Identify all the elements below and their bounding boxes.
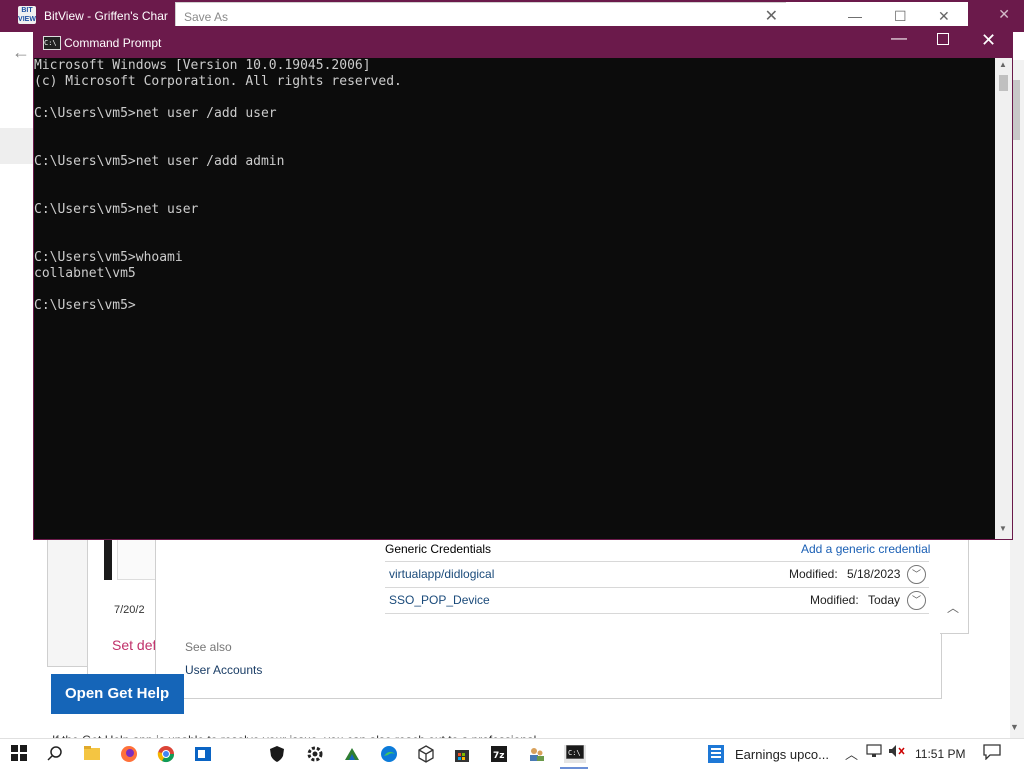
terminal-line: C:\Users\vm5>net user /add user [34,106,277,121]
command-prompt-icon: C:\ [43,36,61,50]
minimize-icon[interactable]: — [891,30,907,48]
maximize-icon[interactable] [937,33,949,45]
bitview-side-panel [0,128,36,164]
cube-icon[interactable] [417,745,435,763]
search-icon[interactable] [46,745,64,763]
terminal-prompt-line[interactable]: C:\Users\vm5> [34,298,995,314]
chrome-icon[interactable] [157,745,175,763]
bitview-scrollbar-thumb[interactable] [1013,80,1020,140]
firefox-icon[interactable] [120,745,138,763]
command-prompt-icon[interactable]: C:\ [564,744,586,763]
users-icon[interactable] [527,745,545,763]
command-prompt-window[interactable]: C:\ Command Prompt — ✕ Microsoft Windows… [33,26,1013,540]
terminal-line: Microsoft Windows [Version 10.0.19045.20… [34,58,371,73]
close-icon[interactable]: ✕ [981,30,996,51]
credential-row-modified-label: Modified: [810,593,859,607]
back-arrow-icon[interactable]: ← [12,42,30,63]
date-partial: 7/20/2 [114,604,145,616]
network-icon[interactable] [866,744,882,761]
game-icon[interactable] [343,745,361,763]
volume-muted-icon[interactable] [888,744,906,761]
credential-row-modified-value: Today [868,593,901,607]
7zip-icon[interactable]: 7z [490,745,508,763]
taskbar: 7z C:\ Earnings upco... ︿ 11:51 PM [0,738,1024,769]
terminal-line: collabnet\vm5 [34,266,136,281]
close-icon[interactable]: ✕ [938,8,950,25]
bitview-scroll-down-icon[interactable]: ▼ [1010,722,1019,732]
scroll-up-icon[interactable]: ▲ [999,60,1007,69]
svg-text:7z: 7z [493,751,505,761]
terminal-output[interactable]: Microsoft Windows [Version 10.0.19045.20… [34,58,995,539]
thumbnail-image [117,538,159,580]
bitview-logo-icon: BIT VIEW [18,6,36,24]
outlook-icon[interactable] [194,745,212,763]
terminal-line: (c) Microsoft Corporation. All rights re… [34,74,402,89]
user-accounts-link[interactable]: User Accounts [185,663,262,677]
show-hidden-icons-icon[interactable]: ︿ [845,744,858,763]
terminal-scrollbar[interactable]: ▲ ▼ [995,58,1012,539]
svg-text:C:\: C:\ [568,749,581,757]
terminal-line: C:\Users\vm5>net user [34,202,199,217]
store-icon[interactable] [453,745,471,763]
divider [385,561,929,562]
set-default-link[interactable]: Set def [112,637,158,653]
divider [385,613,929,614]
chevron-up-icon[interactable]: ︿ [947,599,959,616]
thumbnail-dark-bar [104,538,112,580]
settings-gear-icon[interactable] [306,745,324,763]
file-explorer-icon[interactable] [83,745,101,763]
credential-row-modified-value: 5/18/2023 [847,567,901,581]
terminal-line: C:\Users\vm5>net user /add admin [34,154,285,169]
command-prompt-titlebar[interactable]: C:\ Command Prompt — ✕ [34,27,1012,58]
credential-row-name[interactable]: virtualapp/didlogical [389,567,494,581]
expand-chevron-icon[interactable]: ﹀ [907,591,926,610]
credential-row-name[interactable]: SSO_POP_Device [389,593,490,607]
news-weather-icon[interactable] [706,744,726,764]
scrollbar-thumb[interactable] [999,75,1008,91]
generic-credentials-header: Generic Credentials [385,542,492,556]
terminal-line: C:\Users\vm5>whoami [34,250,183,265]
divider [385,587,929,588]
minimize-icon[interactable]: — [848,8,862,24]
save-as-title: Save As [184,10,229,24]
scroll-down-icon[interactable]: ▼ [999,524,1007,533]
expand-chevron-icon[interactable]: ﹀ [907,565,926,584]
see-also-label: See also [185,640,232,654]
security-shield-icon[interactable] [268,745,286,763]
edge-icon[interactable] [380,745,398,763]
bitview-window-title[interactable]: BitView - Griffen's Char [44,9,169,23]
save-as-close-icon[interactable]: ✕ [765,6,778,26]
maximize-icon[interactable]: ☐ [894,8,907,25]
system-clock[interactable]: 11:51 PM [915,747,965,761]
command-prompt-title: Command Prompt [64,36,162,50]
news-headline[interactable]: Earnings upco... [735,747,829,762]
windows-start-icon[interactable] [10,745,28,763]
add-generic-credential-link[interactable]: Add a generic credential [801,542,930,556]
open-get-help-label: Open Get Help [65,685,170,702]
bitview-close-icon[interactable]: ✕ [998,6,1010,23]
notification-center-icon[interactable] [983,744,1001,763]
open-get-help-button[interactable]: Open Get Help [51,674,184,714]
credential-row-modified-label: Modified: [789,567,838,581]
